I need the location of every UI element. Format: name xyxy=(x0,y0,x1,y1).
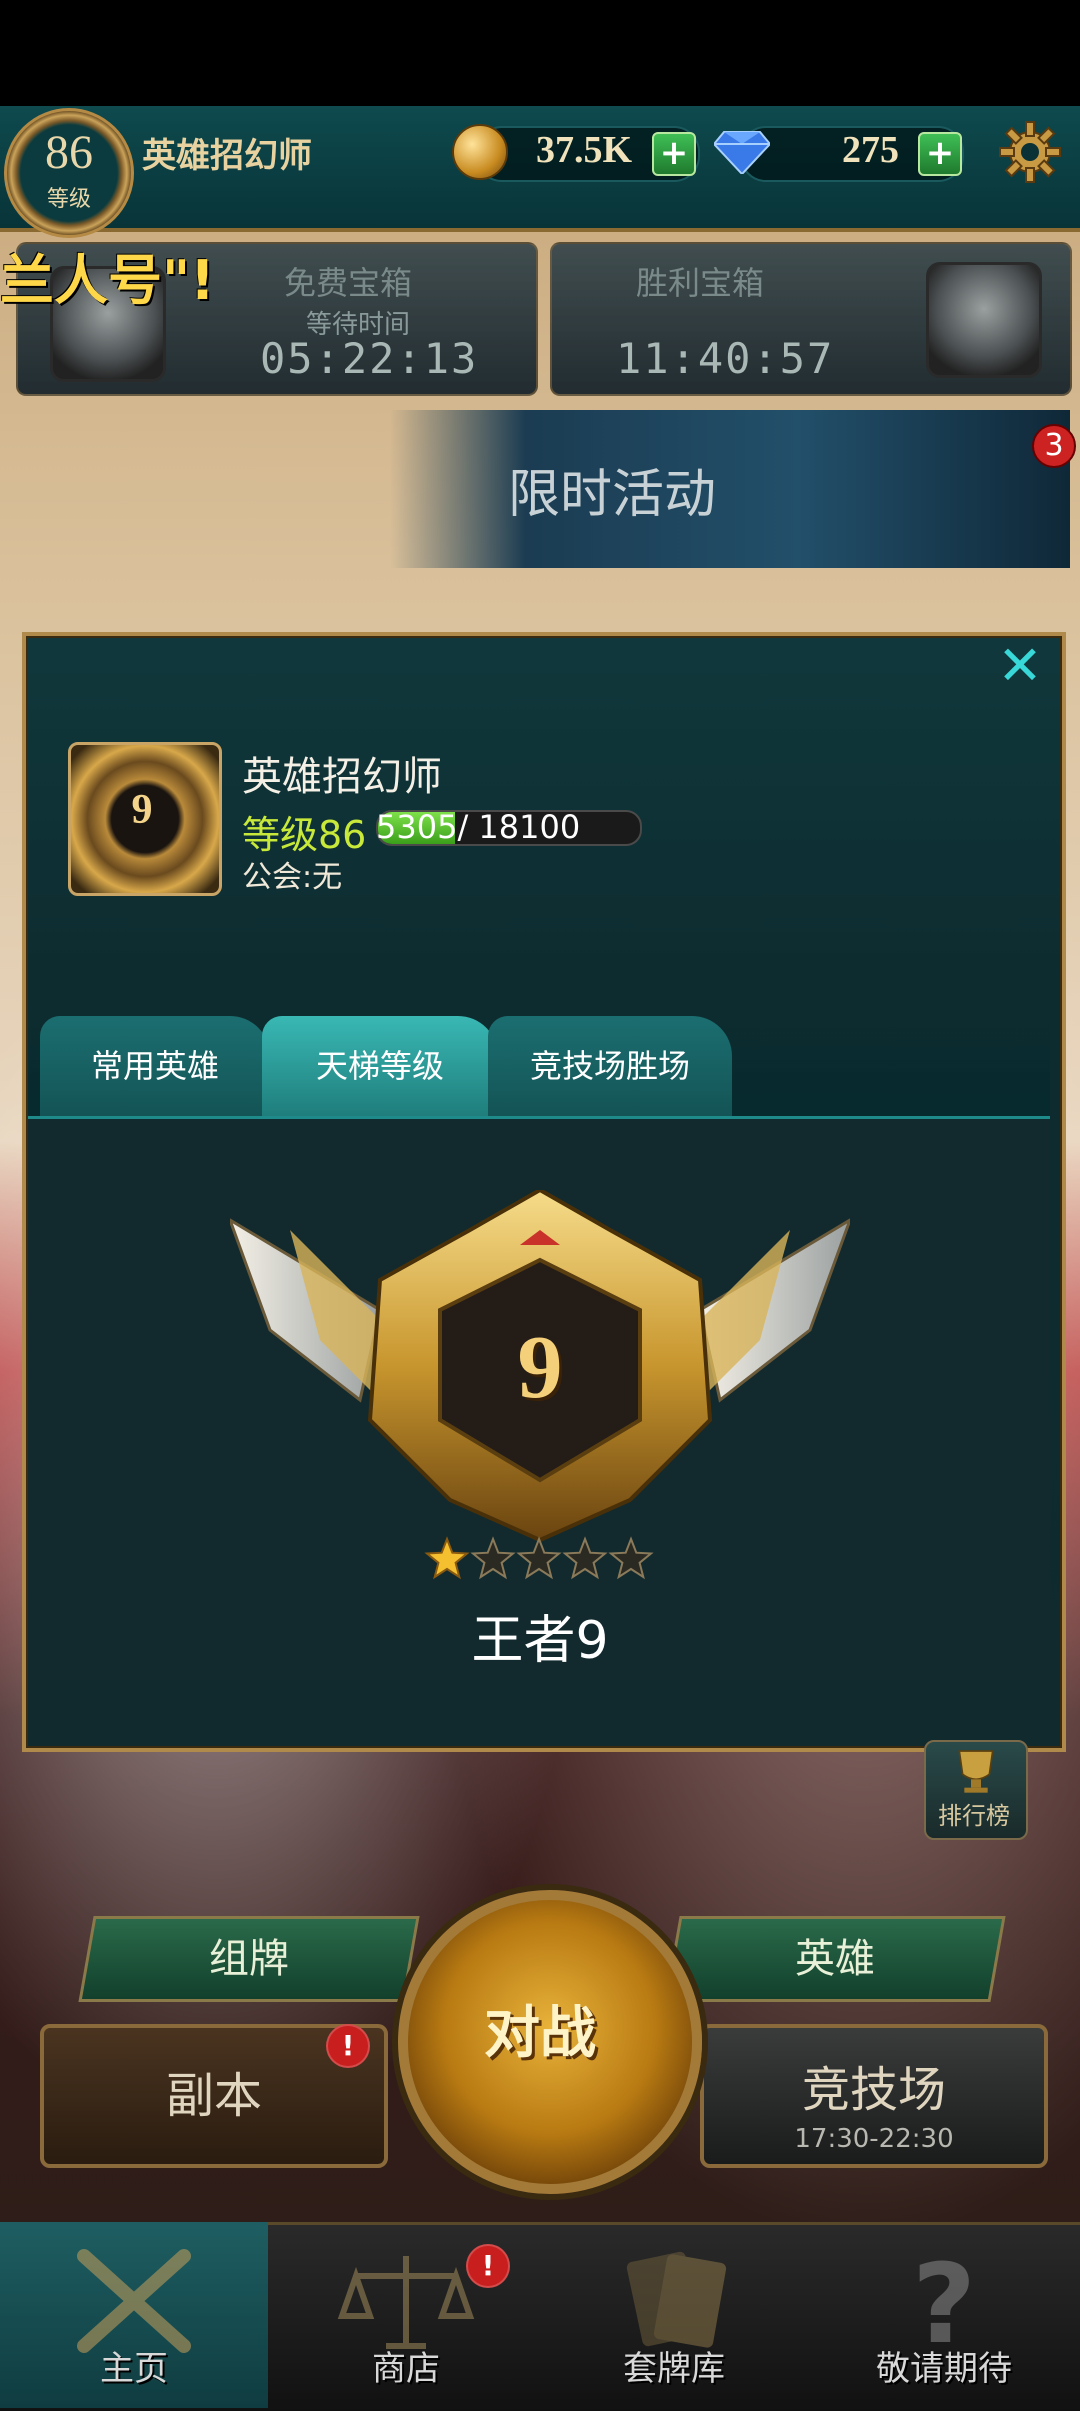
battle-button-label: 对战 xyxy=(484,2000,596,2066)
tab-common-heroes[interactable]: 常用英雄 xyxy=(40,1016,270,1116)
free-chest-title: 免费宝箱 xyxy=(284,264,413,302)
player-name[interactable]: 英雄招幻师 xyxy=(142,128,312,177)
deck-button-label: 组牌 xyxy=(209,1936,289,1982)
star-filled-icon xyxy=(424,1536,470,1580)
victory-chest-title: 胜利宝箱 xyxy=(636,264,765,302)
nav-coming-soon[interactable]: ? 敬请期待 xyxy=(810,2222,1078,2408)
cards-icon xyxy=(626,2251,727,2348)
rank-title: 王者9 xyxy=(471,1611,609,1671)
crossed-swords-icon xyxy=(77,2249,191,2353)
diamond-icon xyxy=(714,131,770,174)
trophy-icon xyxy=(958,1750,994,1793)
nav-coming-soon-label: 敬请期待 xyxy=(876,2349,1012,2389)
event-notification-badge: 3 xyxy=(1032,424,1076,468)
star-empty-icon xyxy=(608,1536,654,1580)
dungeon-alert-badge: ! xyxy=(326,2024,370,2068)
dungeon-button-label: 副本 xyxy=(165,2068,262,2124)
nav-home-label: 主页 xyxy=(100,2349,168,2389)
victory-chest-icon xyxy=(926,262,1042,378)
status-bar xyxy=(0,0,1080,106)
scrolling-announcement: 兰人号"! xyxy=(0,249,215,312)
arena-button-label: 竞技场 xyxy=(801,2062,946,2118)
gear-icon[interactable] xyxy=(998,120,1062,184)
rank-star-row xyxy=(424,1536,654,1580)
arena-button[interactable]: 竞技场 17:30-22:30 xyxy=(700,2024,1048,2168)
tab-arena-wins[interactable]: 竞技场胜场 xyxy=(488,1016,732,1116)
star-empty-icon xyxy=(470,1536,516,1580)
svg-text:?: ? xyxy=(912,2246,976,2356)
add-coins-button[interactable]: + xyxy=(652,132,696,176)
limited-event-banner[interactable] xyxy=(390,410,1070,568)
gem-value: 275 xyxy=(842,129,899,171)
xp-progress-text: 5305/ 18100 xyxy=(376,808,581,846)
add-gems-button[interactable]: + xyxy=(918,132,962,176)
heroes-button[interactable]: 英雄 xyxy=(664,1916,1006,2002)
victory-chest-timer: 11:40:57 xyxy=(616,334,835,383)
shop-alert-badge: ! xyxy=(466,2244,510,2288)
nav-deck-library[interactable]: 套牌库 xyxy=(540,2222,808,2408)
coin-value: 37.5K xyxy=(536,129,633,171)
limited-event-title: 限时活动 xyxy=(508,465,717,525)
nav-shop-label: 商店 xyxy=(372,2349,440,2389)
player-level-number: 86 xyxy=(45,126,93,179)
nav-home[interactable]: 主页 xyxy=(0,2222,268,2408)
profile-guild: 公会:无 xyxy=(242,860,343,895)
close-icon[interactable]: ✕ xyxy=(996,639,1044,693)
star-empty-icon xyxy=(562,1536,608,1580)
leaderboard-label: 排行榜 xyxy=(938,1802,1010,1830)
question-icon: ? xyxy=(912,2246,976,2356)
heroes-button-label: 英雄 xyxy=(795,1936,875,1982)
scales-icon xyxy=(337,2256,475,2349)
tab-ladder-rank[interactable]: 天梯等级 xyxy=(262,1016,498,1116)
player-level-badge[interactable]: 86 等级 xyxy=(4,108,134,238)
profile-player-name: 英雄招幻师 xyxy=(242,754,442,800)
player-level-label: 等级 xyxy=(46,187,91,212)
avatar-rank-number: 9 xyxy=(131,787,153,833)
star-empty-icon xyxy=(516,1536,562,1580)
nav-deck-library-label: 套牌库 xyxy=(623,2349,725,2389)
profile-level: 等级86 xyxy=(242,813,367,857)
deck-button[interactable]: 组牌 xyxy=(78,1916,420,2002)
rank-emblem-number: 9 xyxy=(517,1318,563,1417)
free-chest-timer: 05:22:13 xyxy=(260,334,479,383)
arena-open-hours: 17:30-22:30 xyxy=(794,2124,954,2154)
coin-icon xyxy=(452,124,508,180)
